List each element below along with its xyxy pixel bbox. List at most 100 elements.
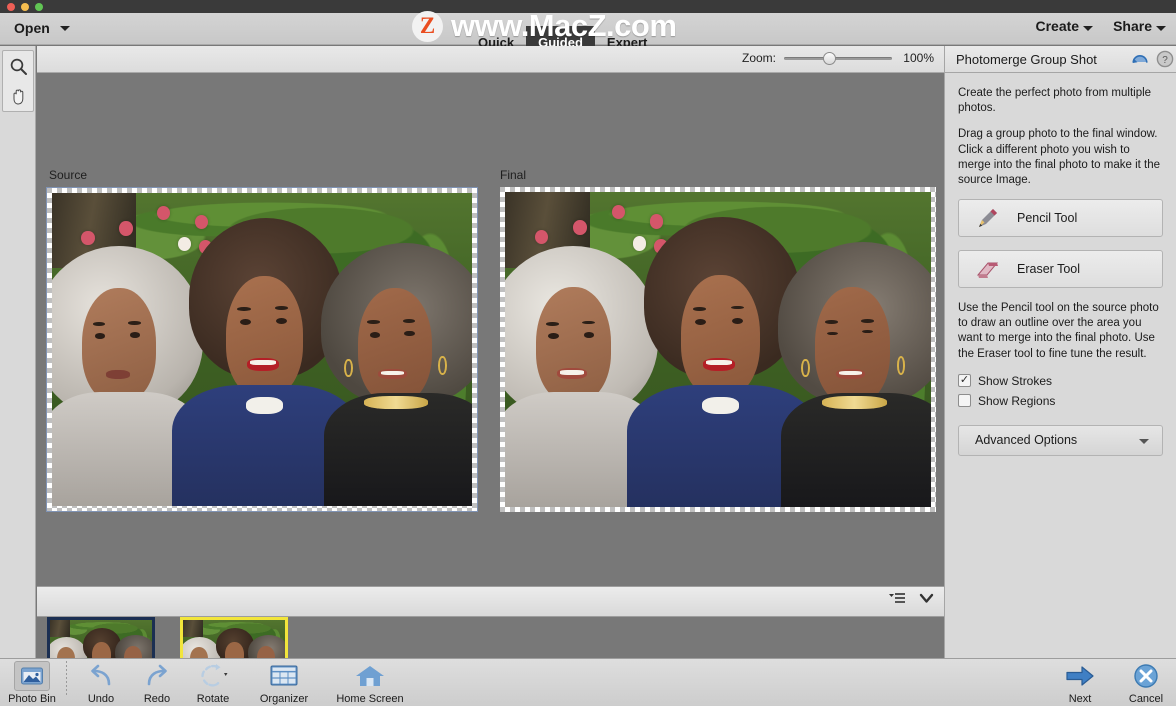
show-regions-checkbox[interactable]: [958, 394, 971, 408]
photoshop-elements-window: Open Quick Guided Expert Create Share Z …: [0, 0, 1176, 706]
face: [681, 275, 760, 397]
eyebrow: [274, 305, 288, 310]
photo-bin-chip: [14, 661, 50, 691]
chevron-down-icon[interactable]: [919, 592, 934, 610]
eye: [404, 330, 415, 337]
panel-header: Photomerge Group Shot ?: [945, 46, 1176, 73]
create-menu[interactable]: Create: [1035, 18, 1094, 34]
zoom-label: Zoom:: [741, 51, 776, 65]
advanced-options-label: Advanced Options: [975, 433, 1078, 448]
show-strokes-checkbox[interactable]: ✓: [958, 374, 971, 388]
source-image-pane[interactable]: [46, 187, 478, 512]
eyebrow: [128, 320, 141, 325]
home-screen-button[interactable]: Home Screen: [327, 661, 413, 705]
eyebrow: [402, 318, 416, 323]
panel-usage-text: Use the Pencil tool on the source photo …: [958, 302, 1159, 360]
help-icon[interactable]: ?: [1156, 50, 1174, 73]
eraser-tool-button[interactable]: Eraser Tool: [958, 250, 1163, 289]
pencil-tool-label: Pencil Tool: [1017, 211, 1078, 226]
necklace: [364, 395, 429, 409]
eyebrow: [546, 321, 559, 326]
eye: [548, 333, 559, 340]
photo-bin-icon: [14, 661, 50, 691]
zoom-slider-knob[interactable]: [823, 52, 836, 65]
photo-bin-button[interactable]: Photo Bin: [4, 661, 60, 705]
photo-bin-controls: [889, 592, 934, 610]
traffic-lights: [7, 3, 43, 11]
eye: [369, 331, 380, 338]
tool-box: [2, 50, 34, 112]
eyebrow: [92, 322, 106, 326]
earring: [344, 358, 353, 378]
black-top: [324, 392, 472, 506]
mouth: [105, 370, 130, 380]
hand-tool-button[interactable]: [3, 81, 33, 111]
redo-icon: [143, 661, 171, 691]
panel-body: Create the perfect photo from multiple p…: [945, 73, 1176, 456]
black-top: [781, 393, 931, 507]
tool-strip: [0, 46, 36, 658]
eye: [94, 333, 106, 340]
eye-closed: [862, 330, 873, 334]
pencil-tool-button[interactable]: Pencil Tool: [958, 199, 1163, 238]
eye: [239, 319, 251, 326]
zoom-slider[interactable]: [784, 50, 892, 66]
toolbar-divider: [66, 661, 67, 697]
teeth: [381, 371, 404, 376]
zoom-percentage: 100%: [903, 51, 934, 65]
organizer-button[interactable]: Organizer: [241, 661, 327, 705]
eye: [695, 318, 707, 326]
open-button[interactable]: Open: [8, 18, 56, 38]
next-button[interactable]: Next: [1052, 661, 1108, 705]
organizer-label: Organizer: [259, 693, 309, 705]
eye-closed: [827, 331, 838, 335]
flower: [611, 204, 626, 220]
zoom-tool-button[interactable]: [3, 51, 33, 81]
minimize-window-icon[interactable]: [21, 3, 29, 11]
options-bar: Zoom: 100%: [37, 46, 944, 73]
list-menu-icon[interactable]: [889, 592, 905, 610]
show-strokes-row[interactable]: ✓ Show Strokes: [958, 374, 1163, 388]
share-menu[interactable]: Share: [1113, 18, 1166, 34]
photo-bin-label: Photo Bin: [8, 693, 56, 705]
reset-icon[interactable]: [1130, 50, 1150, 73]
panel-intro-text: Create the perfect photo from multiple p…: [958, 87, 1152, 115]
photo-bin: [37, 617, 944, 693]
pergola-beams: [50, 620, 71, 637]
show-regions-label: Show Regions: [978, 393, 1056, 408]
editor-area: Zoom: 100% Source Final: [37, 46, 944, 693]
eyebrow: [730, 305, 745, 310]
eraser-tool-label: Eraser Tool: [1017, 262, 1080, 277]
face: [815, 287, 891, 404]
final-image-pane[interactable]: [500, 187, 936, 512]
eraser-icon: [959, 258, 1017, 280]
teeth: [249, 360, 277, 366]
eyebrow: [860, 318, 874, 323]
open-chevron-down-icon[interactable]: [60, 26, 70, 31]
eye: [732, 317, 744, 324]
canvas-workspace: Source Final: [37, 73, 944, 586]
show-strokes-label: Show Strokes: [978, 373, 1053, 388]
home-screen-label: Home Screen: [336, 693, 404, 705]
zoom-window-icon[interactable]: [35, 3, 43, 11]
eye: [583, 332, 595, 338]
eyebrow: [824, 319, 838, 324]
rotate-button[interactable]: Rotate: [185, 661, 241, 705]
photo-bin-toolbar: [37, 586, 944, 617]
share-menu-label: Share: [1113, 18, 1152, 34]
flower: [573, 220, 587, 235]
rotate-icon: [198, 661, 228, 691]
advanced-options-button[interactable]: Advanced Options: [958, 424, 1163, 456]
advanced-chevron-down-icon: [1139, 438, 1149, 444]
redo-button[interactable]: Redo: [129, 661, 185, 705]
bottom-left-tools: Photo Bin Undo Redo Rotate Organizer Hom…: [4, 661, 413, 705]
flower: [119, 221, 133, 236]
final-photo[interactable]: [505, 192, 931, 507]
close-window-icon[interactable]: [7, 3, 15, 11]
show-regions-row[interactable]: Show Regions: [958, 394, 1163, 408]
cancel-button[interactable]: Cancel: [1118, 661, 1174, 705]
undo-button[interactable]: Undo: [73, 661, 129, 705]
arrow-right-icon: [1065, 661, 1095, 691]
source-photo[interactable]: [52, 193, 472, 506]
necklace: [821, 395, 887, 410]
